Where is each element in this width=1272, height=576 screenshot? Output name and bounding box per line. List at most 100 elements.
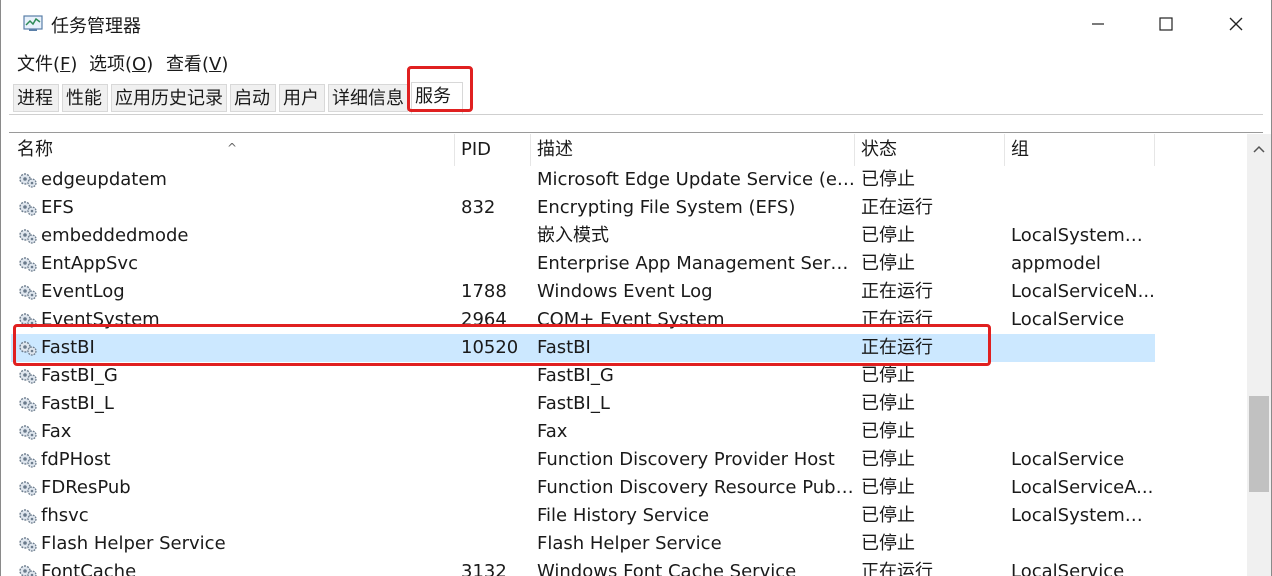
- cell-pid: [455, 474, 531, 502]
- cell-pid: [455, 446, 531, 474]
- tab-strip: 进程 性能 应用历史记录 启动 用户 详细信息 服务: [9, 80, 1263, 115]
- menu-view[interactable]: 查看(V): [166, 50, 228, 76]
- vertical-scrollbar[interactable]: [1247, 134, 1271, 576]
- scroll-up-button[interactable]: [1247, 138, 1271, 160]
- highlight-box-services-tab: [407, 66, 473, 112]
- cell-description: 嵌入模式: [537, 225, 609, 246]
- menu-options[interactable]: 选项(O): [89, 50, 153, 76]
- menu-view-accelerator: V: [209, 54, 222, 75]
- cell-group: LocalSystemN...: [1011, 225, 1155, 246]
- table-row[interactable]: Fax Fax 已停止: [11, 418, 1155, 446]
- cell-pid: 3132: [461, 561, 507, 576]
- table-row[interactable]: FastBI_L FastBI_L 已停止: [11, 390, 1155, 418]
- sort-ascending-icon: ^: [227, 141, 238, 155]
- minimize-button[interactable]: [1075, 8, 1121, 40]
- table-row[interactable]: FontCache 3132 Windows Font Cache Service 正…: [11, 558, 1155, 576]
- task-manager-window: 任务管理器 文件(F) 选项(O) 查看(V) 进程 性能 应用历史记录 启动 …: [0, 0, 1272, 576]
- cell-name: fhsvc: [41, 505, 89, 526]
- cell-group: appmodel: [1011, 253, 1101, 274]
- cell-group: [1005, 390, 1155, 418]
- title-bar[interactable]: 任务管理器: [1, 0, 1271, 46]
- maximize-button[interactable]: [1143, 8, 1189, 40]
- scrollbar-thumb[interactable]: [1249, 396, 1269, 492]
- cell-group: LocalService: [1011, 309, 1125, 330]
- close-icon: [1229, 17, 1243, 31]
- cell-pid: [455, 502, 531, 530]
- cell-status: 已停止: [861, 253, 915, 274]
- cell-group: LocalServiceN...: [1011, 281, 1155, 302]
- menu-view-label-end: ): [221, 54, 229, 75]
- cell-name: EventLog: [41, 281, 125, 302]
- cell-name: FontCache: [41, 561, 137, 576]
- table-row[interactable]: FDResPub Function Discovery Resource Publ…: [11, 474, 1155, 502]
- cell-pid: [455, 390, 531, 418]
- menu-options-label-end: ): [146, 54, 154, 75]
- cell-pid: 832: [461, 197, 496, 218]
- table-row[interactable]: fhsvc File History Service 已停止 LocalSystemN…: [11, 502, 1155, 530]
- tab-performance[interactable]: 性能: [62, 84, 108, 112]
- table-row[interactable]: edgeupdatem Microsoft Edge Update Service…: [11, 166, 1155, 194]
- cell-name: Fax: [41, 421, 72, 442]
- menu-view-label: 查看(: [166, 54, 210, 75]
- cell-name: embeddedmode: [41, 225, 189, 246]
- table-row[interactable]: EntAppSvc Enterprise App Management Servi…: [11, 250, 1155, 278]
- column-header-status[interactable]: 状态: [855, 134, 1005, 166]
- cell-pid: [455, 222, 531, 250]
- column-header-group[interactable]: 组: [1005, 134, 1155, 166]
- table-header: 名称 ^ PID 描述 状态 组: [11, 134, 1165, 166]
- cell-description: Windows Event Log: [537, 281, 713, 302]
- maximize-icon: [1159, 17, 1173, 31]
- table-row[interactable]: EventLog 1788 Windows Event Log 正在运行 LocalSe…: [11, 278, 1155, 306]
- menu-file[interactable]: 文件(F): [17, 50, 77, 76]
- table-row[interactable]: FastBI_G FastBI_G 已停止: [11, 362, 1155, 390]
- tab-app-history[interactable]: 应用历史记录: [111, 84, 227, 112]
- minimize-icon: [1092, 23, 1104, 25]
- cell-group: [1005, 530, 1155, 558]
- cell-description: Flash Helper Service: [537, 533, 722, 554]
- cell-name: Flash Helper Service: [41, 533, 226, 554]
- column-header-divider: [9, 114, 1263, 133]
- cell-description: Function Discovery Resource Publi...: [537, 477, 855, 498]
- cell-group: [1005, 166, 1155, 194]
- column-header-description[interactable]: 描述: [531, 134, 855, 166]
- cell-status: 已停止: [861, 449, 915, 470]
- cell-status: 已停止: [861, 365, 915, 386]
- tab-users[interactable]: 用户: [279, 84, 325, 112]
- cell-pid: [455, 418, 531, 446]
- highlight-box-fastbi-row: [13, 324, 991, 366]
- cell-status: 正在运行: [861, 197, 933, 218]
- column-header-pid[interactable]: PID: [455, 134, 531, 166]
- cell-status: 正在运行: [861, 561, 933, 576]
- column-header-name[interactable]: 名称 ^: [11, 134, 455, 166]
- close-button[interactable]: [1213, 8, 1259, 40]
- menu-options-accelerator: O: [132, 54, 147, 75]
- cell-name: EntAppSvc: [41, 253, 138, 274]
- cell-name: FDResPub: [41, 477, 131, 498]
- window-title: 任务管理器: [51, 16, 141, 37]
- tab-processes[interactable]: 进程: [13, 84, 59, 112]
- table-row[interactable]: EFS 832 Encrypting File System (EFS) 正在运行: [11, 194, 1155, 222]
- table-row[interactable]: Flash Helper Service Flash Helper Service…: [11, 530, 1155, 558]
- cell-description: Windows Font Cache Service: [537, 561, 797, 576]
- tab-startup[interactable]: 启动: [230, 84, 276, 112]
- cell-status: 已停止: [861, 505, 915, 526]
- cell-pid: [455, 250, 531, 278]
- table-row[interactable]: fdPHost Function Discovery Provider Host 已…: [11, 446, 1155, 474]
- cell-status: 正在运行: [861, 281, 933, 302]
- cell-description: Enterprise App Management Servi...: [537, 253, 855, 274]
- menu-file-accelerator: F: [60, 54, 71, 75]
- menu-file-label-end: ): [70, 54, 78, 75]
- tab-details[interactable]: 详细信息: [328, 84, 408, 112]
- cell-name: FastBI_G: [41, 365, 118, 386]
- cell-description: Microsoft Edge Update Service (ed...: [537, 169, 855, 190]
- cell-status: 已停止: [861, 225, 915, 246]
- table-row[interactable]: embeddedmode 嵌入模式 已停止 LocalSystemN...: [11, 222, 1155, 250]
- cell-description: File History Service: [537, 505, 710, 526]
- column-header-name-label: 名称: [17, 139, 53, 160]
- cell-pid: [455, 166, 531, 194]
- cell-status: 已停止: [861, 393, 915, 414]
- cell-group: [1005, 334, 1155, 362]
- cell-name: FastBI_L: [41, 393, 114, 414]
- cell-status: 已停止: [861, 477, 915, 498]
- cell-name: fdPHost: [41, 449, 111, 470]
